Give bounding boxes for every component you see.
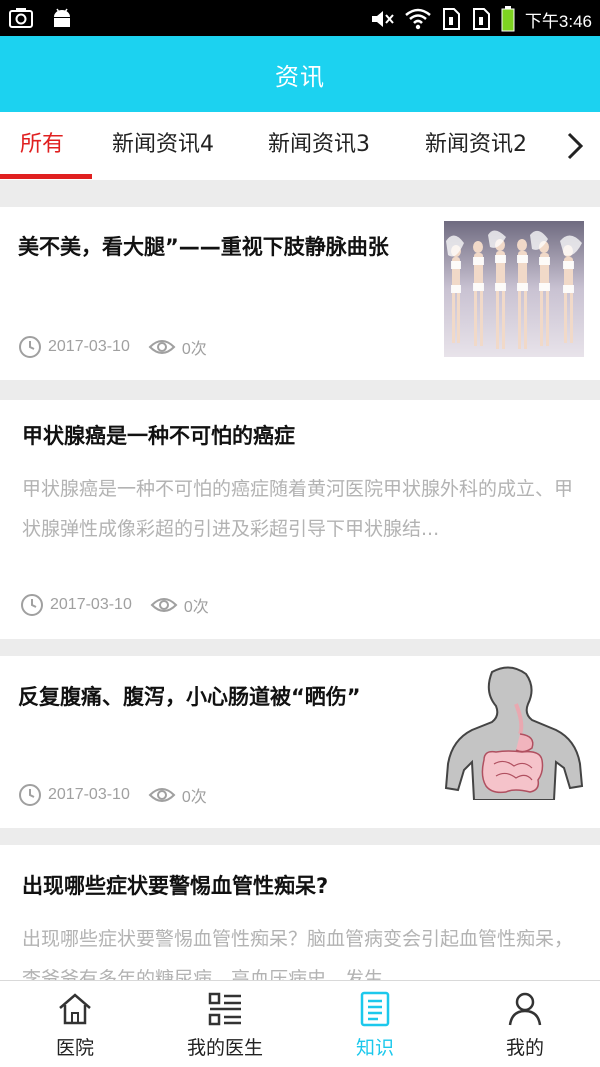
article-views: 0次: [181, 341, 207, 358]
chevron-right-icon[interactable]: [560, 130, 590, 162]
bottom-navigation: 医院 我的医生 知识 我的: [0, 980, 600, 1067]
status-bar: 下午3:46: [0, 0, 600, 36]
wifi-icon: [405, 8, 431, 30]
clock-icon: [19, 784, 41, 806]
sim1-icon: [442, 8, 460, 30]
article-item[interactable]: 甲状腺癌是一种不可怕的癌症 甲状腺癌是一种不可怕的癌症随着黄河医院甲状腺外科的成…: [0, 400, 600, 639]
tab-news-3[interactable]: 新闻资讯3: [268, 112, 370, 180]
list-icon: [208, 992, 241, 1026]
eye-icon: [148, 340, 176, 354]
intestine-illustration: [444, 664, 584, 800]
android-icon: [54, 8, 70, 27]
article-title: 美不美，看大腿”——重视下肢静脉曲张: [18, 235, 389, 259]
article-summary: 甲状腺癌是一种不可怕的癌症随着黄河医院甲状腺外科的成立、甲状腺弹性成像彩超的引进…: [22, 478, 574, 540]
user-icon: [508, 992, 542, 1026]
page-title: 资讯: [275, 62, 325, 91]
runway-models-image: [444, 221, 584, 357]
article-item[interactable]: 出现哪些症状要警惕血管性痴呆? 出现哪些症状要警惕血管性痴呆？脑血管病变会引起血…: [0, 845, 600, 990]
document-icon: [360, 991, 390, 1027]
active-tab-indicator: [0, 174, 92, 179]
article-item[interactable]: 美不美，看大腿”——重视下肢静脉曲张 2017-03-10 0次: [0, 207, 600, 380]
camera-icon: [9, 8, 33, 28]
tab-news-2[interactable]: 新闻资讯2: [425, 112, 527, 180]
status-time: 下午3:46: [524, 11, 592, 31]
header-bar: 资讯: [0, 36, 600, 112]
clock-icon: [21, 594, 43, 616]
nav-label: 医院: [55, 1037, 94, 1059]
article-meta: 2017-03-10 0次: [20, 593, 209, 617]
article-views: 0次: [183, 599, 209, 616]
article-title: 反复腹痛、腹泻，小心肠道被“晒伤”: [18, 685, 361, 709]
nav-mine[interactable]: 我的: [450, 981, 600, 1067]
article-item[interactable]: 反复腹痛、腹泻，小心肠道被“晒伤” 2017-03-10 0次: [0, 656, 600, 828]
sim2-icon: [472, 8, 490, 30]
article-title: 出现哪些症状要警惕血管性痴呆?: [22, 874, 329, 898]
article-title: 甲状腺癌是一种不可怕的癌症: [22, 424, 295, 448]
nav-label: 我的医生: [186, 1037, 263, 1059]
clock-icon: [19, 336, 41, 358]
mute-icon: [371, 11, 394, 27]
tab-all[interactable]: 所有: [20, 112, 64, 180]
article-meta: 2017-03-10 0次: [18, 335, 207, 359]
category-tabs: 所有 新闻资讯4 新闻资讯3 新闻资讯2: [0, 112, 600, 180]
article-views: 0次: [181, 789, 207, 806]
nav-knowledge[interactable]: 知识: [300, 981, 450, 1067]
home-icon: [59, 993, 91, 1025]
article-meta: 2017-03-10 0次: [18, 783, 207, 807]
battery-icon: [501, 6, 515, 32]
nav-label: 知识: [355, 1037, 394, 1059]
article-date: 2017-03-10: [50, 596, 132, 613]
tab-news-4[interactable]: 新闻资讯4: [112, 112, 214, 180]
nav-hospital[interactable]: 医院: [0, 981, 150, 1067]
eye-icon: [150, 598, 178, 612]
nav-label: 我的: [505, 1037, 544, 1059]
article-date: 2017-03-10: [48, 338, 130, 355]
article-date: 2017-03-10: [48, 786, 130, 803]
eye-icon: [148, 788, 176, 802]
nav-my-doctor[interactable]: 我的医生: [150, 981, 300, 1067]
